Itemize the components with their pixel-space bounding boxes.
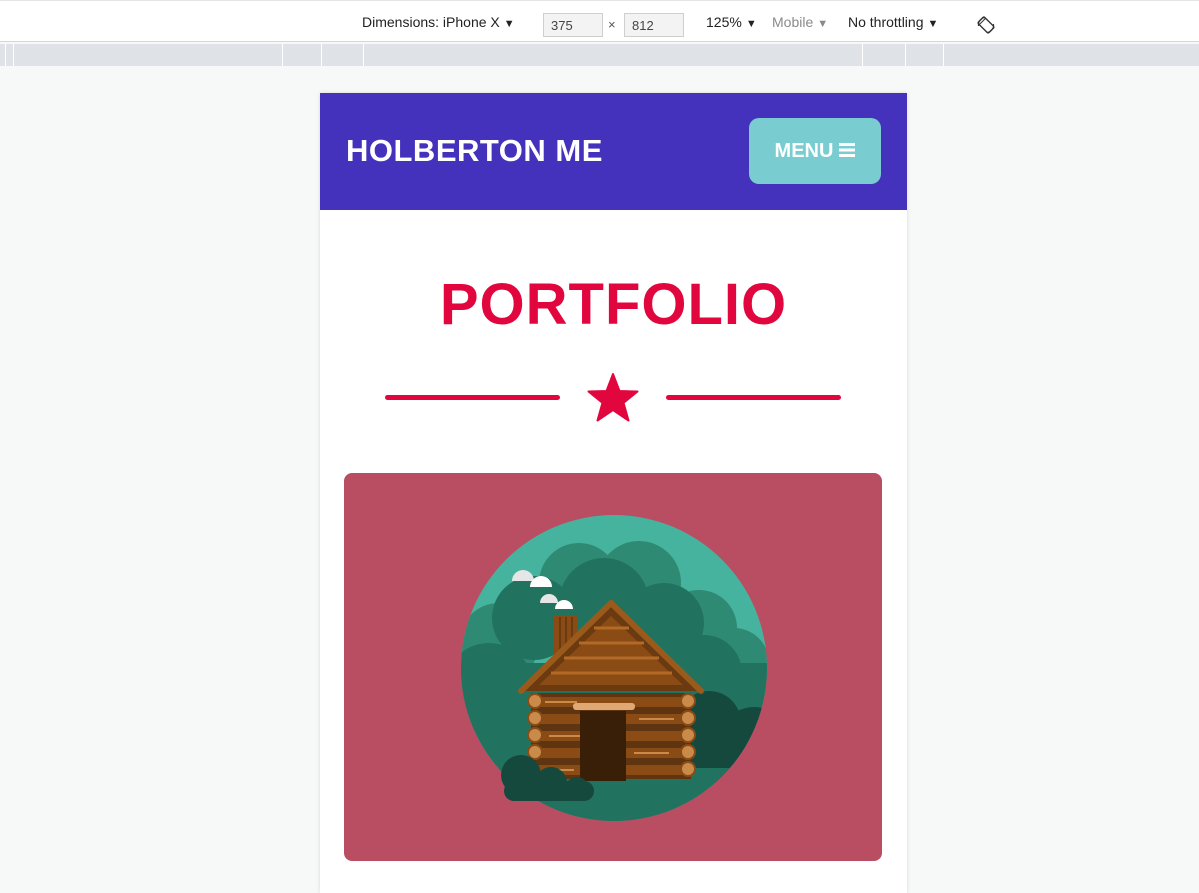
ruler-divider xyxy=(13,44,14,66)
site-brand[interactable]: HOLBERTON ME xyxy=(346,131,603,171)
hamburger-icon xyxy=(839,142,856,157)
portfolio-title: PORTFOLIO xyxy=(439,272,788,337)
divider-line-left xyxy=(385,395,560,400)
ruler-divider xyxy=(363,44,364,66)
log-cabin-illustration xyxy=(461,515,767,821)
zoom-dropdown-arrow-icon: ▼ xyxy=(745,18,757,30)
star-icon xyxy=(587,373,639,422)
ruler-divider xyxy=(862,44,863,66)
width-input[interactable]: 375 xyxy=(543,13,603,37)
rotate-device-icon[interactable] xyxy=(977,16,995,34)
ruler-divider xyxy=(321,44,322,66)
dimension-separator: × xyxy=(608,17,616,32)
ruler-divider xyxy=(282,44,283,66)
media-query-ruler[interactable] xyxy=(0,44,1199,66)
devtools-device-toolbar: Dimensions: iPhone X ▼ 375 × 812 125% ▼ Mo… xyxy=(0,0,1199,42)
device-label: Dimensions: iPhone X xyxy=(362,14,500,30)
portfolio-card[interactable] xyxy=(344,473,882,861)
height-input[interactable]: 812 xyxy=(624,13,684,37)
menu-button[interactable]: MENU xyxy=(749,118,881,184)
divider-line-right xyxy=(666,395,841,400)
device-mode-select[interactable]: Mobile ▼ xyxy=(772,9,828,35)
zoom-label: 125% xyxy=(706,14,742,30)
device-mode-label: Mobile xyxy=(772,14,814,30)
device-select[interactable]: Dimensions: iPhone X ▼ xyxy=(362,9,515,35)
throttling-select[interactable]: No throttling ▼ xyxy=(848,9,938,35)
zoom-select[interactable]: 125% ▼ xyxy=(706,9,757,35)
throttle-dropdown-arrow-icon: ▼ xyxy=(927,18,939,30)
mode-dropdown-arrow-icon: ▼ xyxy=(817,18,829,30)
ruler-divider xyxy=(943,44,944,66)
ruler-divider xyxy=(905,44,906,66)
throttling-label: No throttling xyxy=(848,14,924,30)
menu-label: MENU xyxy=(774,140,834,162)
device-dropdown-arrow-icon: ▼ xyxy=(503,18,515,30)
device-viewport: HOLBERTON ME MENU PORTFOLIO xyxy=(320,93,907,893)
site-header: HOLBERTON ME MENU xyxy=(320,93,907,210)
ruler-divider xyxy=(5,44,6,66)
